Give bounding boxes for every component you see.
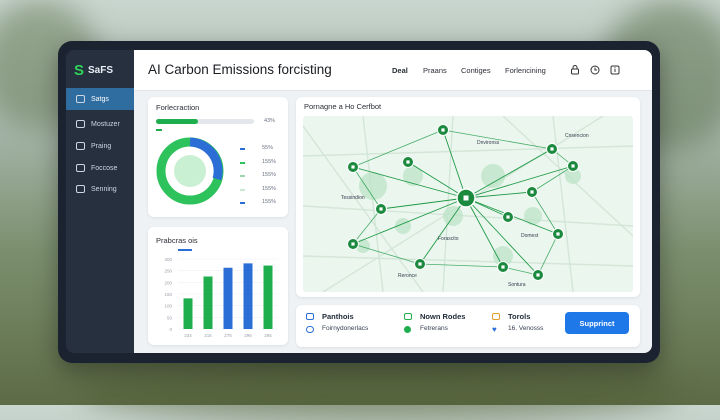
progress-fill [156,119,199,124]
sidebar-item-mostuzer[interactable]: Mostuzer [66,113,134,135]
map-label: Tessindion [341,195,365,201]
user-icon[interactable] [570,65,580,75]
y-tick-label: 300 [164,257,172,262]
x-tick-label: 216 [204,333,212,338]
document-icon [76,142,85,150]
map-label: Domest [521,233,539,239]
map-node-icon [351,165,355,169]
y-tick-label: 200 [164,280,172,285]
y-tick-label: 0 [169,327,172,332]
nav-forlencining[interactable]: Forlencining [505,66,546,75]
submit-button[interactable]: Supprinct [565,312,629,334]
nav-deal[interactable]: Deal [392,66,408,75]
map-node-icon [351,242,355,246]
y-tick-label: 100 [164,304,172,309]
folder-icon [492,313,500,320]
title-underline [178,249,192,251]
monitor-icon [76,120,85,128]
sidebar-item-label: Satgs [91,95,109,103]
map-label: Dnvironss [477,140,500,146]
map-label: Reronce [398,273,417,279]
x-tick-label: 295 [264,333,272,338]
main-panel: AI Carbon Emissions forcisting Deal Praa… [134,50,652,353]
progress-track [156,119,254,124]
background-grass [80,360,680,420]
brand-name: SaFS [88,65,114,76]
brand[interactable]: S SaFS [74,62,113,79]
y-tick-label: 250 [164,269,172,274]
map-label: Sontura [508,282,526,288]
y-tick-label: 50 [167,315,173,320]
info-icon[interactable] [610,65,620,75]
nav-praans[interactable]: Praans [423,66,447,75]
sidebar-item-label: Foccose [91,164,118,172]
screen-icon [404,313,412,320]
y-tick-label: 150 [164,292,172,297]
bar [243,263,253,329]
map-park [481,164,505,188]
x-tick-label: 275 [224,333,232,338]
x-tick-label: 296 [244,333,252,338]
sidebar-item-label: Senning [91,185,117,193]
map-label: Forascito [438,236,459,242]
bar [183,298,193,329]
bar [263,265,273,329]
map-node-icon [556,232,560,236]
nav-contiges[interactable]: Contiges [461,66,491,75]
clock-icon[interactable] [590,65,600,75]
progress-label: 43% [264,118,276,124]
sidebar-item-label: Praing [91,142,112,150]
sidebar-item-satgs[interactable]: Satgs [66,88,134,110]
network-map[interactable]: Cnsencion Dnvironss Tessindion Forascito Dom… [303,116,633,292]
map-label: Cnsencion [565,133,589,139]
page-title: AI Carbon Emissions forcisting [148,62,332,77]
sidebar-item-senning[interactable]: Senning [66,178,134,200]
bar [203,276,213,329]
map-park [524,207,542,225]
sidebar-item-label: Mostuzer [91,120,120,128]
map-card: Pornagne a Ho Cerfbot Cnsencion Dnvironss… [296,97,640,297]
stat-title: Torols [508,312,531,321]
map-node-icon [571,164,575,168]
stat-sub: Fetrerans [420,325,448,332]
stat-sub: 16. Venosss [508,325,544,332]
forecast-card: Forlecraction 43% 55% 155% 155% 155% 155… [148,97,288,217]
heart-icon: ♥ [492,325,497,334]
bar [223,267,233,329]
people-icon [306,326,314,333]
stat-title: Nown Rodes [420,312,466,321]
map-node-icon [536,273,540,277]
map-node-icon [406,160,410,164]
settings-icon [76,185,85,193]
logo-icon: S [74,62,85,79]
map-node-icon [550,147,554,151]
chart-icon [306,313,314,320]
map-title: Pornagne a Ho Cerfbot [304,102,382,111]
forecast-donut [156,137,224,205]
map-node-icon [506,215,510,219]
check-icon [404,326,411,333]
calendar-icon [76,164,85,172]
map-node-icon [418,262,422,266]
sidebar: S SaFS Satgs Mostuzer Praing Foccose Sen… [66,50,134,353]
bar-chart: 300 250 200 150 100 50 0 234 216 275 296 295 [164,257,278,338]
grid-icon [76,95,85,103]
map-node-icon [530,190,534,194]
map-hub-icon [463,195,469,201]
sidebar-item-foccose[interactable]: Foccose [66,157,134,179]
map-node-icon [379,207,383,211]
sidebar-item-praing[interactable]: Praing [66,135,134,157]
map-node-icon [441,128,445,132]
stat-title: Panthois [322,312,354,321]
map-node-icon [501,265,505,269]
header: AI Carbon Emissions forcisting Deal Praa… [134,50,652,91]
x-tick-label: 234 [184,333,192,338]
bar-chart-card: Prabcras ois 300 250 200 150 100 50 0 234 216 275… [148,227,288,345]
legend-mark [156,129,162,131]
stat-sub: Foirnydonerlacs [322,325,369,332]
forecast-title: Forlecraction [156,103,200,112]
bar-chart-title: Prabcras ois [156,236,198,245]
